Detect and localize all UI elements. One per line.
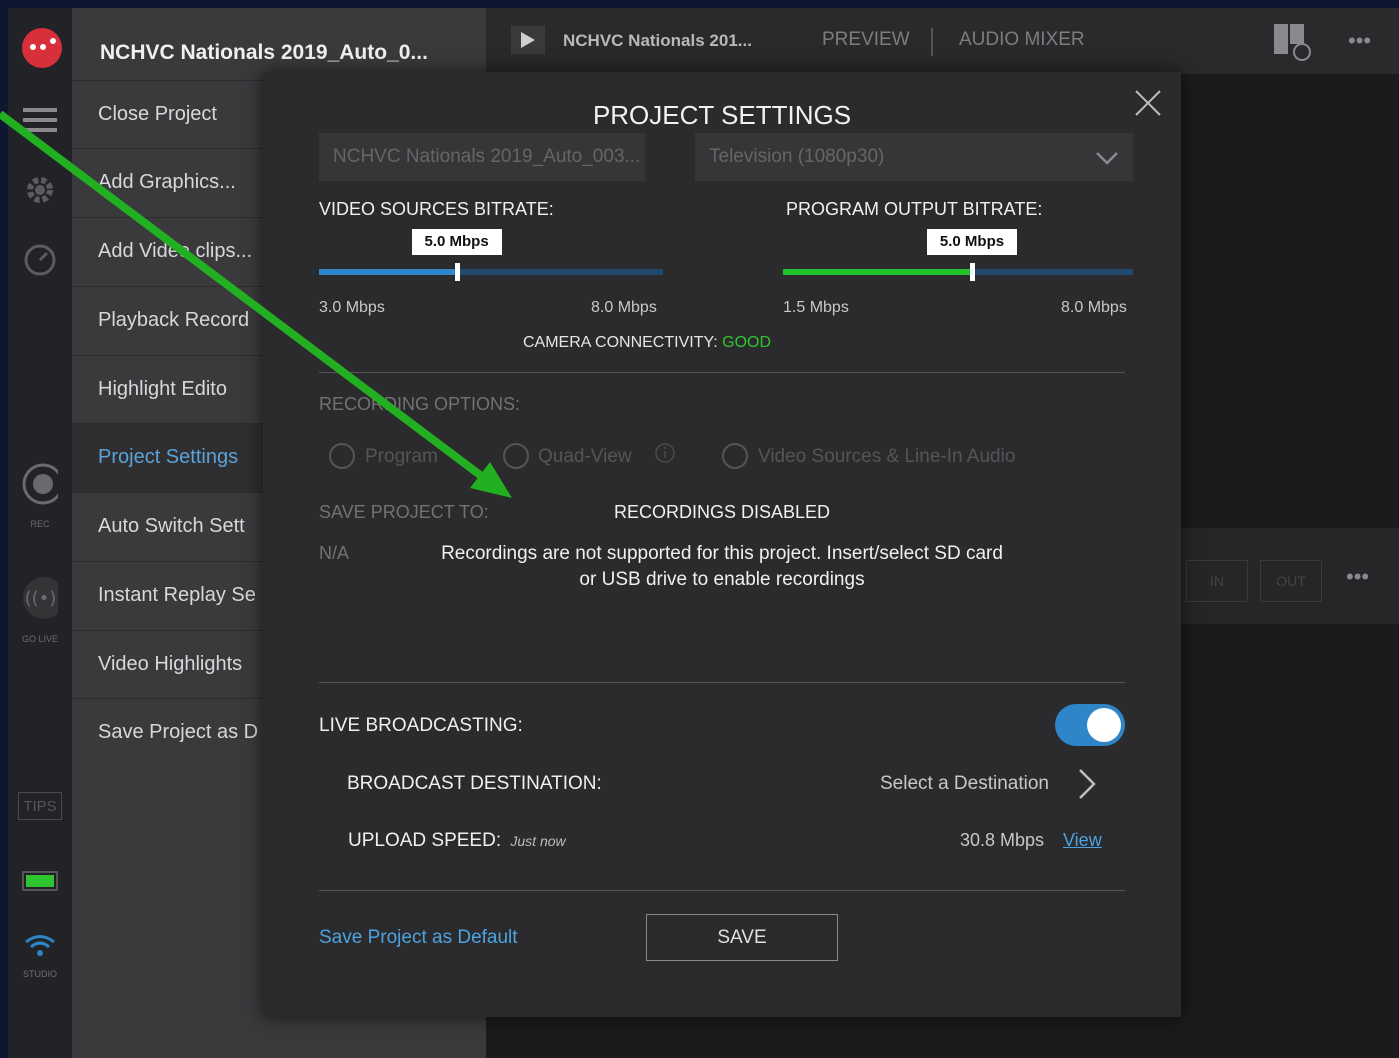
option-program-label: Program bbox=[365, 446, 438, 467]
video-bitrate-label: VIDEO SOURCES BITRATE: bbox=[319, 199, 554, 219]
program-bitrate-slider[interactable]: 5.0 Mbps bbox=[783, 229, 1133, 281]
project-settings-dialog: PROJECT SETTINGS NCHVC Nationals 2019_Au… bbox=[263, 72, 1181, 1017]
program-bitrate-max: 8.0 Mbps bbox=[1061, 299, 1127, 316]
battery-icon bbox=[22, 863, 58, 899]
upload-speed-label: UPLOAD SPEED: bbox=[348, 830, 502, 851]
recording-options-label: RECORDING OPTIONS: bbox=[319, 394, 521, 414]
project-name-field[interactable]: NCHVC Nationals 2019_Auto_003... bbox=[319, 133, 645, 181]
tab-preview[interactable]: PREVIEW bbox=[822, 29, 910, 51]
video-bitrate-fill bbox=[319, 269, 457, 275]
radio-video-sources[interactable] bbox=[722, 443, 748, 469]
app-window: REC ((•)) GO LIVE TIPS STUDIO NCHVC Nati… bbox=[8, 8, 1399, 1058]
upload-speed-value: 30.8 Mbps bbox=[960, 830, 1045, 850]
save-as-default-link[interactable]: Save Project as Default bbox=[319, 927, 518, 949]
tips-button[interactable]: TIPS bbox=[18, 792, 62, 820]
in-button[interactable]: IN bbox=[1186, 560, 1248, 602]
hamburger-menu-icon[interactable] bbox=[22, 102, 58, 138]
camera-connectivity: CAMERA CONNECTIVITY: GOOD bbox=[523, 334, 771, 352]
destination-value[interactable]: Select a Destination bbox=[880, 773, 1049, 795]
live-broadcasting-label: LIVE BROADCASTING: bbox=[319, 715, 523, 736]
app-logo bbox=[22, 28, 62, 68]
tab-divider bbox=[931, 28, 933, 56]
recordings-disabled-line2: or USB drive to enable recordings bbox=[579, 569, 865, 590]
divider bbox=[319, 890, 1125, 891]
program-bitrate-min: 1.5 Mbps bbox=[783, 299, 849, 316]
program-bitrate-label: PROGRAM OUTPUT BITRATE: bbox=[786, 199, 1043, 219]
video-bitrate-min: 3.0 Mbps bbox=[319, 299, 385, 316]
option-video-sources-label: Video Sources & Line-In Audio bbox=[758, 446, 1016, 467]
radio-quad-view[interactable] bbox=[503, 443, 529, 469]
recordings-disabled-title: RECORDINGS DISABLED bbox=[613, 502, 831, 522]
go-live-label: GO LIVE bbox=[21, 634, 58, 644]
more-options-icon[interactable]: ••• bbox=[1348, 28, 1371, 54]
option-quad-view-label: Quad-View bbox=[538, 446, 632, 467]
live-broadcasting-toggle[interactable] bbox=[1055, 704, 1125, 746]
chevron-down-icon bbox=[1095, 133, 1119, 181]
project-title: NCHVC Nationals 2019_Auto_0... bbox=[100, 41, 428, 64]
topbar-project-title: NCHVC Nationals 201... bbox=[563, 31, 752, 50]
wifi-icon bbox=[22, 928, 58, 964]
svg-text:((•)): ((•)) bbox=[25, 588, 58, 609]
recordings-disabled-line1: Recordings are not supported for this pr… bbox=[441, 543, 1003, 564]
out-button[interactable]: OUT bbox=[1260, 560, 1322, 602]
record-icon[interactable] bbox=[22, 463, 58, 505]
info-icon[interactable] bbox=[654, 442, 676, 469]
view-link[interactable]: View bbox=[1063, 830, 1102, 851]
gear-icon[interactable] bbox=[22, 172, 58, 208]
video-bitrate-max: 8.0 Mbps bbox=[591, 299, 657, 316]
close-icon[interactable] bbox=[1131, 86, 1165, 120]
radio-program[interactable] bbox=[329, 443, 355, 469]
divider bbox=[319, 682, 1125, 683]
studio-label: STUDIO bbox=[22, 969, 57, 979]
top-bar: NCHVC Nationals 201... PREVIEW AUDIO MIX… bbox=[486, 8, 1399, 74]
save-button[interactable]: SAVE bbox=[646, 914, 838, 961]
video-bitrate-thumb[interactable] bbox=[454, 263, 460, 281]
format-value: Television (1080p30) bbox=[709, 146, 885, 167]
video-bitrate-value: 5.0 Mbps bbox=[411, 229, 502, 255]
divider bbox=[319, 372, 1125, 373]
broadcast-destination-label: BROADCAST DESTINATION: bbox=[347, 773, 602, 794]
strip-more-icon[interactable]: ••• bbox=[1346, 564, 1369, 590]
connectivity-label: CAMERA CONNECTIVITY: bbox=[523, 334, 718, 351]
play-icon[interactable] bbox=[511, 26, 545, 54]
upload-speed-time: Just now bbox=[510, 833, 566, 849]
dialog-title: PROJECT SETTINGS bbox=[592, 100, 852, 130]
chevron-right-icon[interactable] bbox=[1077, 768, 1097, 805]
format-select[interactable]: Television (1080p30) bbox=[695, 133, 1133, 181]
left-rail: REC ((•)) GO LIVE TIPS STUDIO bbox=[8, 8, 72, 1058]
connectivity-status: GOOD bbox=[722, 334, 772, 351]
video-bitrate-slider[interactable]: 5.0 Mbps bbox=[319, 229, 663, 281]
go-live-icon[interactable]: ((•)) bbox=[22, 577, 58, 619]
program-bitrate-thumb[interactable] bbox=[970, 263, 975, 281]
gauge-icon[interactable] bbox=[22, 242, 58, 278]
program-bitrate-value: 5.0 Mbps bbox=[927, 229, 1017, 255]
rec-label: REC bbox=[30, 519, 50, 529]
program-bitrate-fill bbox=[783, 269, 972, 275]
layout-schedule-icon[interactable] bbox=[1272, 22, 1312, 67]
upload-speed: UPLOAD SPEED: Just now bbox=[348, 830, 566, 852]
tab-audio-mixer[interactable]: AUDIO MIXER bbox=[959, 29, 1085, 51]
